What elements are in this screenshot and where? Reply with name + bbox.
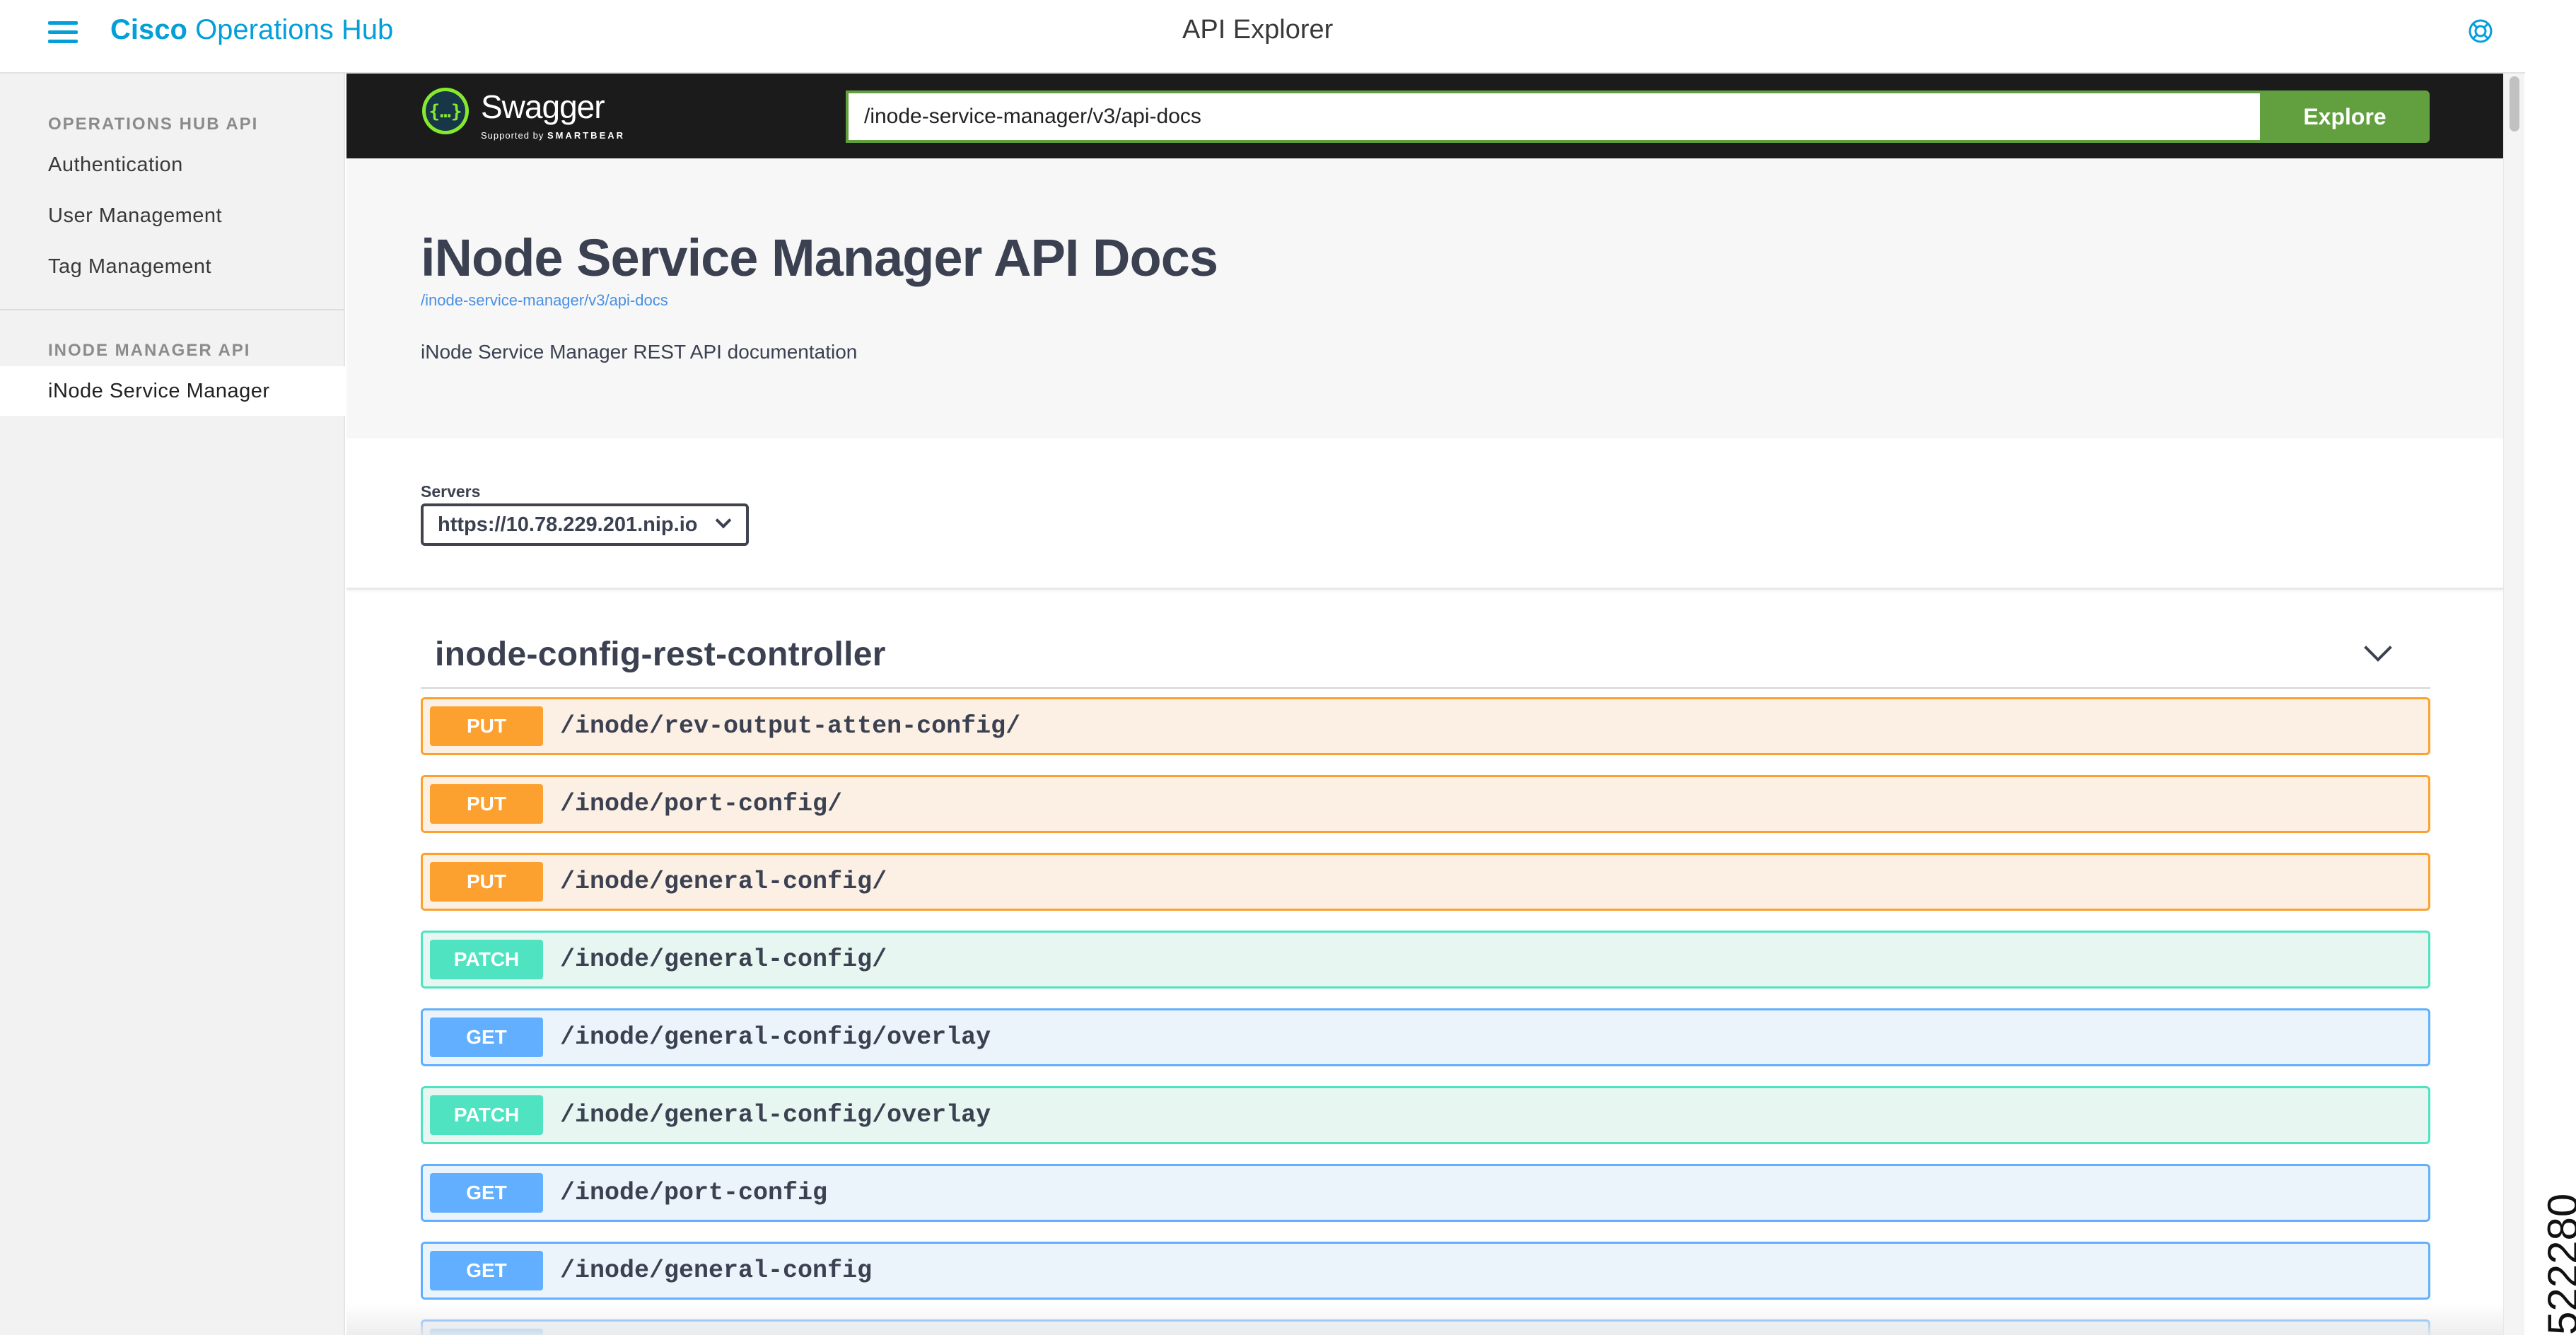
operation-path: /inode/general-config/overlay [560,1101,991,1129]
api-title: iNode Service Manager API Docs [421,228,1218,287]
sidebar: OPERATIONS HUB API Authentication User M… [0,74,345,1335]
operation-path: /inode/port-config [560,1179,828,1207]
chevron-down-icon [715,512,732,529]
tag-name: inode-config-rest-controller [435,636,886,673]
brand-rest: Operations Hub [195,14,394,45]
chevron-down-icon[interactable] [2364,634,2392,662]
operation-row[interactable]: PATCH /inode/general-config/overlay [421,1086,2430,1144]
operation-path: /inode/general-config/ [560,868,887,896]
operation-row[interactable]: PUT /inode/port-config/ [421,775,2430,833]
sidebar-divider [0,309,344,310]
http-method-badge: GET [430,1173,543,1213]
swagger-supported-by: Supported by SMARTBEAR [481,130,625,141]
operation-row[interactable]: PUT /inode/rev-output-atten-config/ [421,697,2430,755]
http-method-badge: GET [430,1251,543,1290]
operation-row[interactable]: GET /inode/port-config [421,1164,2430,1222]
explore-button[interactable]: Explore [2260,91,2430,143]
http-method-badge: PUT [430,862,543,902]
operation-row[interactable]: PUT /inode/general-config/ [421,853,2430,911]
supported-by-text: Supported by [481,130,544,141]
servers-selected-value: https://10.78.229.201.nip.io [438,513,698,536]
operation-path: /inode/general-config [560,1257,873,1285]
servers-section: Servers https://10.78.229.201.nip.io [346,438,2503,590]
swagger-logo-text: Swagger [481,88,605,125]
http-method-badge: PATCH [430,940,543,979]
smartbear-text: SMARTBEAR [547,130,626,141]
http-method-badge: GET [430,1018,543,1057]
brand-bold: Cisco [110,14,187,45]
api-docs-link[interactable]: /inode-service-manager/v3/api-docs [421,291,668,310]
sidebar-section-title: INODE MANAGER API [48,341,251,360]
tag-section-header[interactable]: inode-config-rest-controller [421,611,2430,689]
http-method-badge: PUT [430,784,543,824]
operation-path: /inode/port-config/ [560,790,843,818]
operation-path: /inode/rev-output-atten-config/ [560,712,1021,740]
hamburger-menu-icon[interactable] [48,21,78,44]
scrollbar-thumb[interactable] [2510,76,2519,132]
operation-row[interactable]: GET /inode/general-config [421,1242,2430,1300]
figure-id: 522280 [2539,1193,2576,1335]
operation-row[interactable]: GET /inode/general-config/overlay [421,1008,2430,1066]
sidebar-item-tag-management[interactable]: Tag Management [0,242,345,291]
svg-text:{…}: {…} [429,101,462,122]
api-info: iNode Service Manager API Docs /inode-se… [346,158,2503,438]
sidebar-item-authentication[interactable]: Authentication [0,140,345,190]
http-method-badge: PUT [430,706,543,746]
operation-row[interactable]: PATCH /inode/general-config/ [421,931,2430,989]
sidebar-section-title: OPERATIONS HUB API [48,115,259,134]
swagger-topbar: {…} Swagger Supported by SMARTBEAR Explo… [346,74,2503,158]
swagger-logo-icon: {…} [422,88,469,134]
page-title: API Explorer [1182,15,1334,45]
http-method-badge: PATCH [430,1095,543,1135]
vertical-scrollbar[interactable] [2503,74,2524,1335]
operation-path: /inode/general-config/overlay [560,1023,991,1051]
api-description: iNode Service Manager REST API documenta… [421,341,858,363]
app-brand[interactable]: Cisco Operations Hub [110,11,393,48]
help-lifebuoy-icon[interactable] [2468,18,2493,44]
api-url-input[interactable] [846,91,2268,143]
sidebar-item-user-management[interactable]: User Management [0,191,345,240]
servers-label: Servers [421,482,481,501]
sidebar-item-inode-service-manager[interactable]: iNode Service Manager [0,366,345,416]
top-header: Cisco Operations Hub API Explorer [0,0,2525,74]
swagger-ui: {…} Swagger Supported by SMARTBEAR Explo… [346,74,2503,1335]
operation-path: /inode/general-config/ [560,945,887,974]
servers-select[interactable]: https://10.78.229.201.nip.io [421,503,749,546]
scroll-fade [346,1304,2503,1335]
